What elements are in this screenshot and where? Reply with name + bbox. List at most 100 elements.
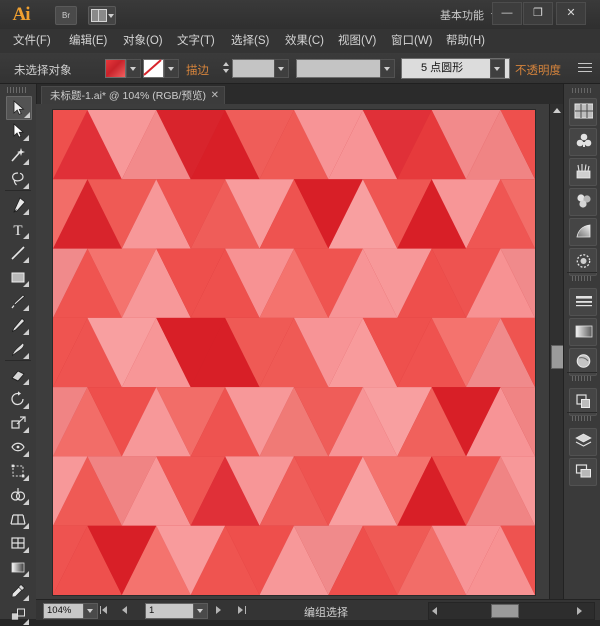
arrange-documents-button[interactable] [88, 6, 116, 25]
free-transform-tool[interactable] [6, 460, 30, 482]
vertical-scrollbar[interactable] [549, 104, 564, 599]
variable-width-profile-field[interactable] [296, 59, 382, 78]
variable-width-profile-dropdown[interactable] [380, 59, 395, 78]
line-segment-tool[interactable] [6, 242, 30, 264]
tool-flyout-indicator-icon [23, 547, 29, 553]
previous-artboard-icon[interactable] [122, 606, 127, 614]
scale-tool[interactable] [6, 412, 30, 434]
chevron-down-icon [168, 67, 174, 71]
mesh-tool[interactable] [6, 532, 30, 554]
chevron-down-icon [87, 609, 93, 613]
dock-group-grip-2[interactable] [572, 376, 592, 381]
pencil-tool[interactable] [6, 314, 30, 336]
stroke-panel-icon[interactable] [569, 288, 597, 316]
artboard-number-field[interactable]: 1 [145, 603, 196, 619]
control-panel-menu-icon[interactable] [578, 62, 592, 74]
magic-wand-tool[interactable] [6, 144, 30, 166]
symbols-panel-icon[interactable] [569, 128, 597, 156]
gradient-tool[interactable] [6, 556, 30, 578]
horizontal-scrollbar-thumb[interactable] [491, 604, 519, 618]
dock-divider-2 [567, 412, 597, 413]
paintbrush-tool[interactable] [6, 290, 30, 312]
perspective-grid-tool[interactable] [6, 508, 30, 530]
dock-group-grip-3[interactable] [572, 416, 592, 421]
document-tab-bar: 未标题-1.ai* @ 104% (RGB/预览) ✕ [36, 84, 600, 104]
artboard-number-dropdown[interactable] [193, 603, 208, 619]
close-icon[interactable]: ✕ [211, 90, 219, 102]
brush-definition-dropdown[interactable] [490, 59, 505, 78]
tool-flyout-indicator-icon [23, 183, 29, 189]
stepper-up-icon [223, 62, 229, 66]
shape-builder-tool[interactable] [6, 484, 30, 506]
document-tab[interactable]: 未标题-1.ai* @ 104% (RGB/预览) ✕ [41, 86, 225, 105]
dock-group-grip-1[interactable] [572, 276, 592, 281]
last-artboard-icon[interactable] [238, 606, 243, 614]
tool-flyout-indicator-icon [23, 329, 29, 335]
rectangle-tool[interactable] [6, 266, 30, 288]
layers-panel-icon[interactable] [569, 428, 597, 456]
tool-flyout-indicator-icon [23, 233, 29, 239]
close-button[interactable]: ✕ [556, 2, 586, 25]
color-panel-icon[interactable] [569, 98, 597, 126]
menu-item-8[interactable]: 帮助(H) [441, 29, 490, 53]
next-artboard-icon[interactable] [216, 606, 221, 614]
direct-selection-tool[interactable] [6, 120, 30, 142]
dock-divider-0 [567, 272, 597, 273]
rotate-tool[interactable] [6, 388, 30, 410]
menu-item-4[interactable]: 选择(S) [226, 29, 274, 53]
menu-item-3[interactable]: 文字(T) [172, 29, 220, 53]
last-artboard-bar-icon [245, 606, 246, 614]
maximize-button[interactable]: ❐ [523, 2, 553, 25]
first-artboard-icon[interactable] [102, 606, 107, 614]
canvas-area[interactable] [36, 104, 564, 599]
lasso-tool[interactable] [6, 168, 30, 190]
stroke-dropdown[interactable] [164, 59, 179, 78]
artboard[interactable] [52, 109, 536, 596]
zoom-level-field[interactable]: 104% [43, 603, 86, 619]
dock-group-grip-0[interactable] [572, 88, 592, 93]
selection-tool[interactable] [6, 96, 32, 120]
gradient-panel-icon[interactable] [569, 218, 597, 246]
artboards-panel-icon[interactable] [569, 458, 597, 486]
menu-item-6[interactable]: 视图(V) [333, 29, 381, 53]
scroll-right-icon[interactable] [577, 607, 582, 615]
eraser-tool[interactable] [6, 364, 30, 386]
tool-flyout-indicator-icon [24, 112, 30, 118]
opacity-label[interactable]: 不透明度 [515, 62, 561, 78]
tools-panel-grip[interactable] [7, 87, 28, 93]
stroke-weight-dropdown[interactable] [274, 59, 289, 78]
stroke-weight-stepper[interactable] [222, 59, 231, 76]
bridge-button[interactable]: Br [55, 6, 77, 25]
stepper-down-icon [223, 69, 229, 73]
pen-tool[interactable] [6, 194, 30, 216]
blend-tool[interactable] [6, 604, 30, 626]
menu-item-0[interactable]: 文件(F) [8, 29, 56, 53]
scroll-left-icon[interactable] [432, 607, 437, 615]
chevron-down-icon [278, 67, 284, 71]
menu-item-7[interactable]: 窗口(W) [386, 29, 438, 53]
stroke-color-swatch[interactable] [143, 59, 164, 78]
scroll-up-icon[interactable] [553, 108, 561, 113]
horizontal-scrollbar[interactable] [428, 602, 595, 620]
menu-item-2[interactable]: 对象(O) [118, 29, 168, 53]
workspace-switcher[interactable]: 基本功能 [440, 7, 484, 23]
menu-item-5[interactable]: 效果(C) [280, 29, 329, 53]
first-artboard-bar-icon [100, 606, 101, 614]
tool-flyout-indicator-icon [23, 523, 29, 529]
status-message[interactable]: 编组选择 [304, 604, 348, 620]
gradient-fill-panel-icon[interactable] [569, 318, 597, 346]
brushes-panel-icon[interactable] [569, 158, 597, 186]
width-tool[interactable] [6, 436, 30, 458]
blob-brush-tool[interactable] [6, 338, 30, 360]
minimize-button[interactable]: — [492, 2, 522, 25]
type-tool[interactable]: T [6, 218, 30, 240]
tool-flyout-indicator-icon [23, 305, 29, 311]
stroke-weight-field[interactable] [232, 59, 276, 78]
zoom-level-dropdown[interactable] [83, 603, 98, 619]
fill-dropdown[interactable] [126, 59, 141, 78]
menu-bar: 文件(F) 编辑(E)对象(O)文字(T)选择(S)效果(C)视图(V)窗口(W)… [0, 29, 600, 54]
fill-color-swatch[interactable] [105, 59, 126, 78]
swatches-panel-icon[interactable] [569, 188, 597, 216]
eyedropper-tool[interactable] [6, 580, 30, 602]
menu-item-1[interactable]: 编辑(E) [64, 29, 112, 53]
